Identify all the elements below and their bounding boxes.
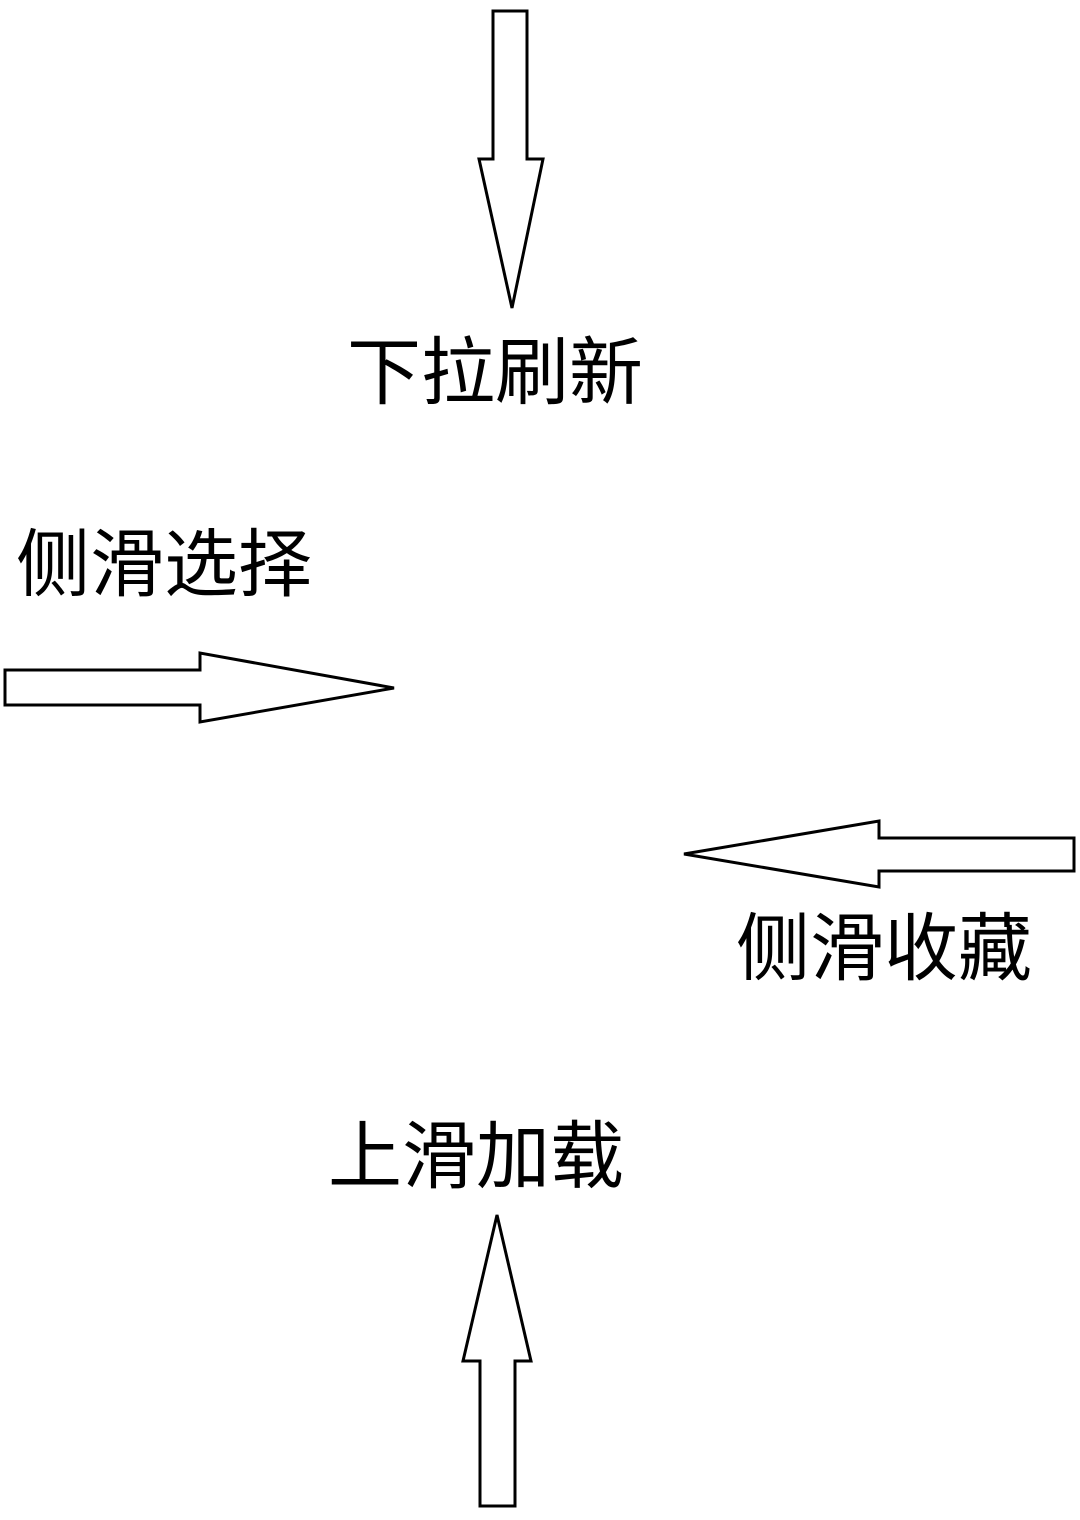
- swipe-select-label: 侧滑选择: [16, 522, 312, 608]
- swipe-up-load-label: 上滑加载: [328, 1114, 624, 1200]
- gesture-diagram: [3, 9, 1076, 1508]
- left-arrow-icon: [683, 819, 1076, 889]
- right-arrow-icon: [3, 651, 395, 724]
- pull-refresh-label: 下拉刷新: [347, 330, 643, 416]
- swipe-favorite-label: 侧滑收藏: [736, 906, 1032, 992]
- down-arrow-icon: [477, 9, 545, 309]
- up-arrow-icon: [461, 1214, 533, 1508]
